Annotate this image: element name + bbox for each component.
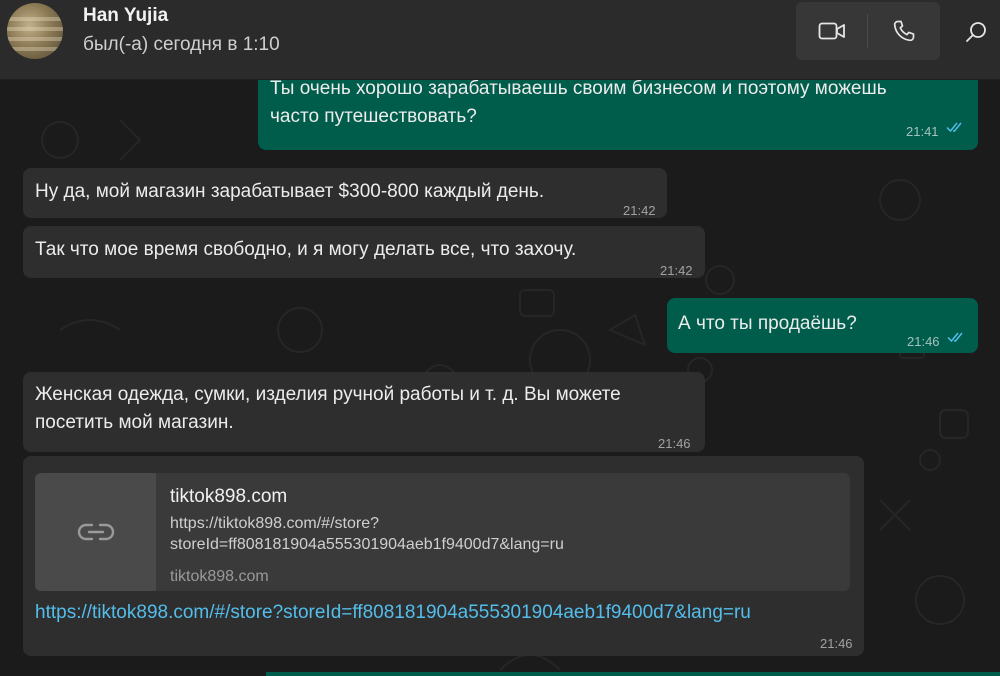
message-time: 21:41 [906, 124, 939, 139]
message-list[interactable]: Ты очень хорошо зарабатываешь своим бизн… [0, 80, 1000, 676]
message-text-line: посетить мой магазин. [35, 412, 234, 433]
avatar[interactable] [7, 3, 63, 59]
message-text-line: Ты очень хорошо зарабатываешь своим бизн… [270, 80, 887, 99]
voice-call-icon [893, 20, 915, 42]
contact-status: был(-а) сегодня в 1:10 [83, 34, 280, 55]
message-text-line: часто путешествовать? [270, 106, 477, 127]
link-preview-description-line: https://tiktok898.com/#/store? [170, 515, 379, 532]
message-time: 21:42 [623, 203, 656, 218]
link-preview-description-line: storeId=ff808181904a555301904aeb1f9400d7… [170, 536, 564, 553]
video-call-button[interactable] [796, 2, 868, 60]
voice-call-button[interactable] [868, 2, 940, 60]
link-preview-domain: tiktok898.com [170, 568, 269, 585]
message-incoming[interactable]: Так что мое время свободно, и я могу дел… [23, 226, 705, 278]
message-incoming[interactable]: Женская одежда, сумки, изделия ручной ра… [23, 372, 705, 452]
message-incoming-link[interactable]: tiktok898.com https://tiktok898.com/#/st… [23, 456, 864, 656]
call-buttons [796, 2, 940, 60]
message-outgoing[interactable]: А что ты продаёшь? 21:46 [667, 298, 978, 353]
outgoing-bubble-edge [266, 672, 1000, 676]
message-incoming[interactable]: Ну да, мой магазин зарабатывает $300-800… [23, 168, 667, 218]
link-icon [77, 523, 114, 541]
search-button[interactable] [956, 14, 996, 50]
message-text-line: Женская одежда, сумки, изделия ручной ра… [35, 384, 621, 405]
contact-name[interactable]: Han Yujia [83, 5, 168, 27]
message-text: Ну да, мой магазин зарабатывает $300-800… [35, 181, 545, 202]
chat-header: Han Yujia был(-а) сегодня в 1:10 [0, 0, 1000, 80]
message-link[interactable]: https://tiktok898.com/#/store?storeId=ff… [35, 599, 751, 627]
message-time: 21:46 [820, 636, 853, 651]
search-icon [966, 22, 986, 42]
message-time: 21:42 [660, 263, 693, 278]
link-preview-card[interactable]: tiktok898.com https://tiktok898.com/#/st… [35, 473, 850, 591]
link-preview-title: tiktok898.com [170, 486, 288, 507]
read-receipt-icon [946, 122, 962, 133]
message-time: 21:46 [658, 436, 691, 451]
message-outgoing[interactable]: Ты очень хорошо зарабатываешь своим бизн… [258, 80, 978, 150]
message-text: Так что мое время свободно, и я могу дел… [35, 239, 577, 260]
read-receipt-icon [947, 332, 963, 343]
link-preview-description: https://tiktok898.com/#/store? storeId=f… [170, 513, 630, 555]
message-text: А что ты продаёшь? [678, 313, 857, 334]
video-call-icon [818, 22, 845, 40]
message-time: 21:46 [907, 334, 940, 349]
link-thumbnail [35, 473, 156, 591]
